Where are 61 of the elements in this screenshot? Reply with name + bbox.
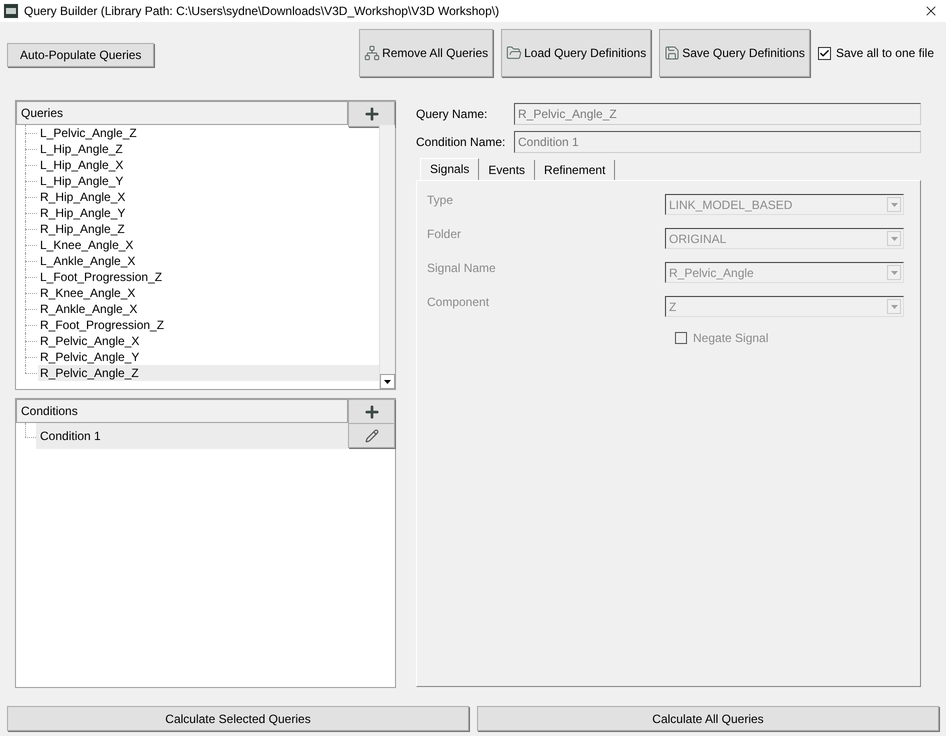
text-field[interactable]: R_Pelvic_Angle_Z [514, 103, 921, 125]
tree-item[interactable]: R_Foot_Progression_Z [38, 317, 379, 333]
toolbar-button[interactable]: Remove All Queries [359, 29, 494, 77]
toolbar-button[interactable]: Load Query Definitions [501, 29, 652, 77]
tree-item[interactable]: R_Pelvic_Angle_Y [38, 349, 379, 365]
pencil-icon [364, 428, 378, 442]
down-arrow-icon[interactable] [384, 380, 391, 384]
column-header: Queries [16, 101, 348, 125]
calculate-button[interactable]: Calculate All Queries [477, 706, 939, 731]
tree-item[interactable]: R_Hip_Angle_Z [38, 221, 379, 237]
auto-populate-button[interactable]: Auto-Populate Queries [7, 43, 154, 67]
tree-item[interactable]: R_Pelvic_Angle_X [38, 333, 379, 349]
window-title: Query Builder (Library Path: C:\Users\sydne\Downloads\V3D_Workshop\V3D Workshop\) [24, 3, 500, 20]
tree-item[interactable]: L_Ankle_Angle_X [38, 253, 379, 269]
tree-item[interactable]: L_Hip_Angle_Z [38, 141, 379, 157]
scrollbar[interactable] [379, 125, 395, 389]
toolbar-icon [364, 45, 380, 61]
field-label: Signal Name [426, 260, 497, 277]
field-label: Query Name: [416, 106, 488, 123]
text-field[interactable]: Condition 1 [514, 131, 921, 153]
tab[interactable]: Signals [420, 158, 480, 180]
plus-icon [362, 403, 380, 421]
field-label: Type [426, 192, 454, 209]
tree-item[interactable]: L_Hip_Angle_X [38, 157, 379, 173]
add-button[interactable] [348, 101, 395, 127]
tree-item[interactable]: L_Hip_Angle_Y [38, 173, 379, 189]
caret-icon [890, 304, 898, 308]
dropdown-value: R_Pelvic_Angle [668, 264, 755, 282]
tree-item[interactable]: R_Hip_Angle_X [38, 189, 379, 205]
negate-checkbox[interactable] [675, 332, 687, 344]
edit-button[interactable] [348, 423, 395, 448]
field-label: Folder [426, 226, 462, 243]
tab[interactable]: Events [479, 160, 536, 180]
tree-item[interactable]: L_Foot_Progression_Z [38, 269, 379, 285]
add-button[interactable] [348, 399, 395, 425]
caret-icon [890, 236, 898, 240]
tree-item[interactable]: R_Knee_Angle_X [38, 285, 379, 301]
tree-item[interactable]: R_Ankle_Angle_X [38, 301, 379, 317]
save-all-checkbox[interactable] [818, 46, 831, 60]
caret-icon [890, 202, 898, 206]
plus-icon [362, 105, 380, 123]
toolbar-icon [506, 45, 522, 61]
checkbox-label: Save all to one file [836, 45, 934, 62]
toolbar-icon [664, 45, 680, 61]
column-header: Conditions [16, 399, 348, 423]
tree-item[interactable]: R_Hip_Angle_Y [38, 205, 379, 221]
dropdown-value: Z [668, 298, 678, 316]
tree-item[interactable]: Condition 1 [36, 423, 348, 449]
field-label: Component [426, 294, 490, 311]
tree-item[interactable]: L_Pelvic_Angle_Z [38, 125, 379, 141]
field-label: Condition Name: [416, 134, 506, 151]
app-logo-icon [4, 4, 18, 18]
tree-item[interactable]: L_Knee_Angle_X [38, 237, 379, 253]
dropdown-value: LINK_MODEL_BASED [668, 196, 794, 214]
caret-icon [890, 270, 898, 274]
checkbox-label: Negate Signal [693, 330, 768, 347]
calculate-button[interactable]: Calculate Selected Queries [7, 706, 469, 731]
tab[interactable]: Refinement [535, 160, 616, 180]
tree-item[interactable]: R_Pelvic_Angle_Z [38, 365, 379, 381]
dropdown-value: ORIGINAL [668, 230, 728, 248]
toolbar-button[interactable]: Save Query Definitions [659, 29, 810, 77]
